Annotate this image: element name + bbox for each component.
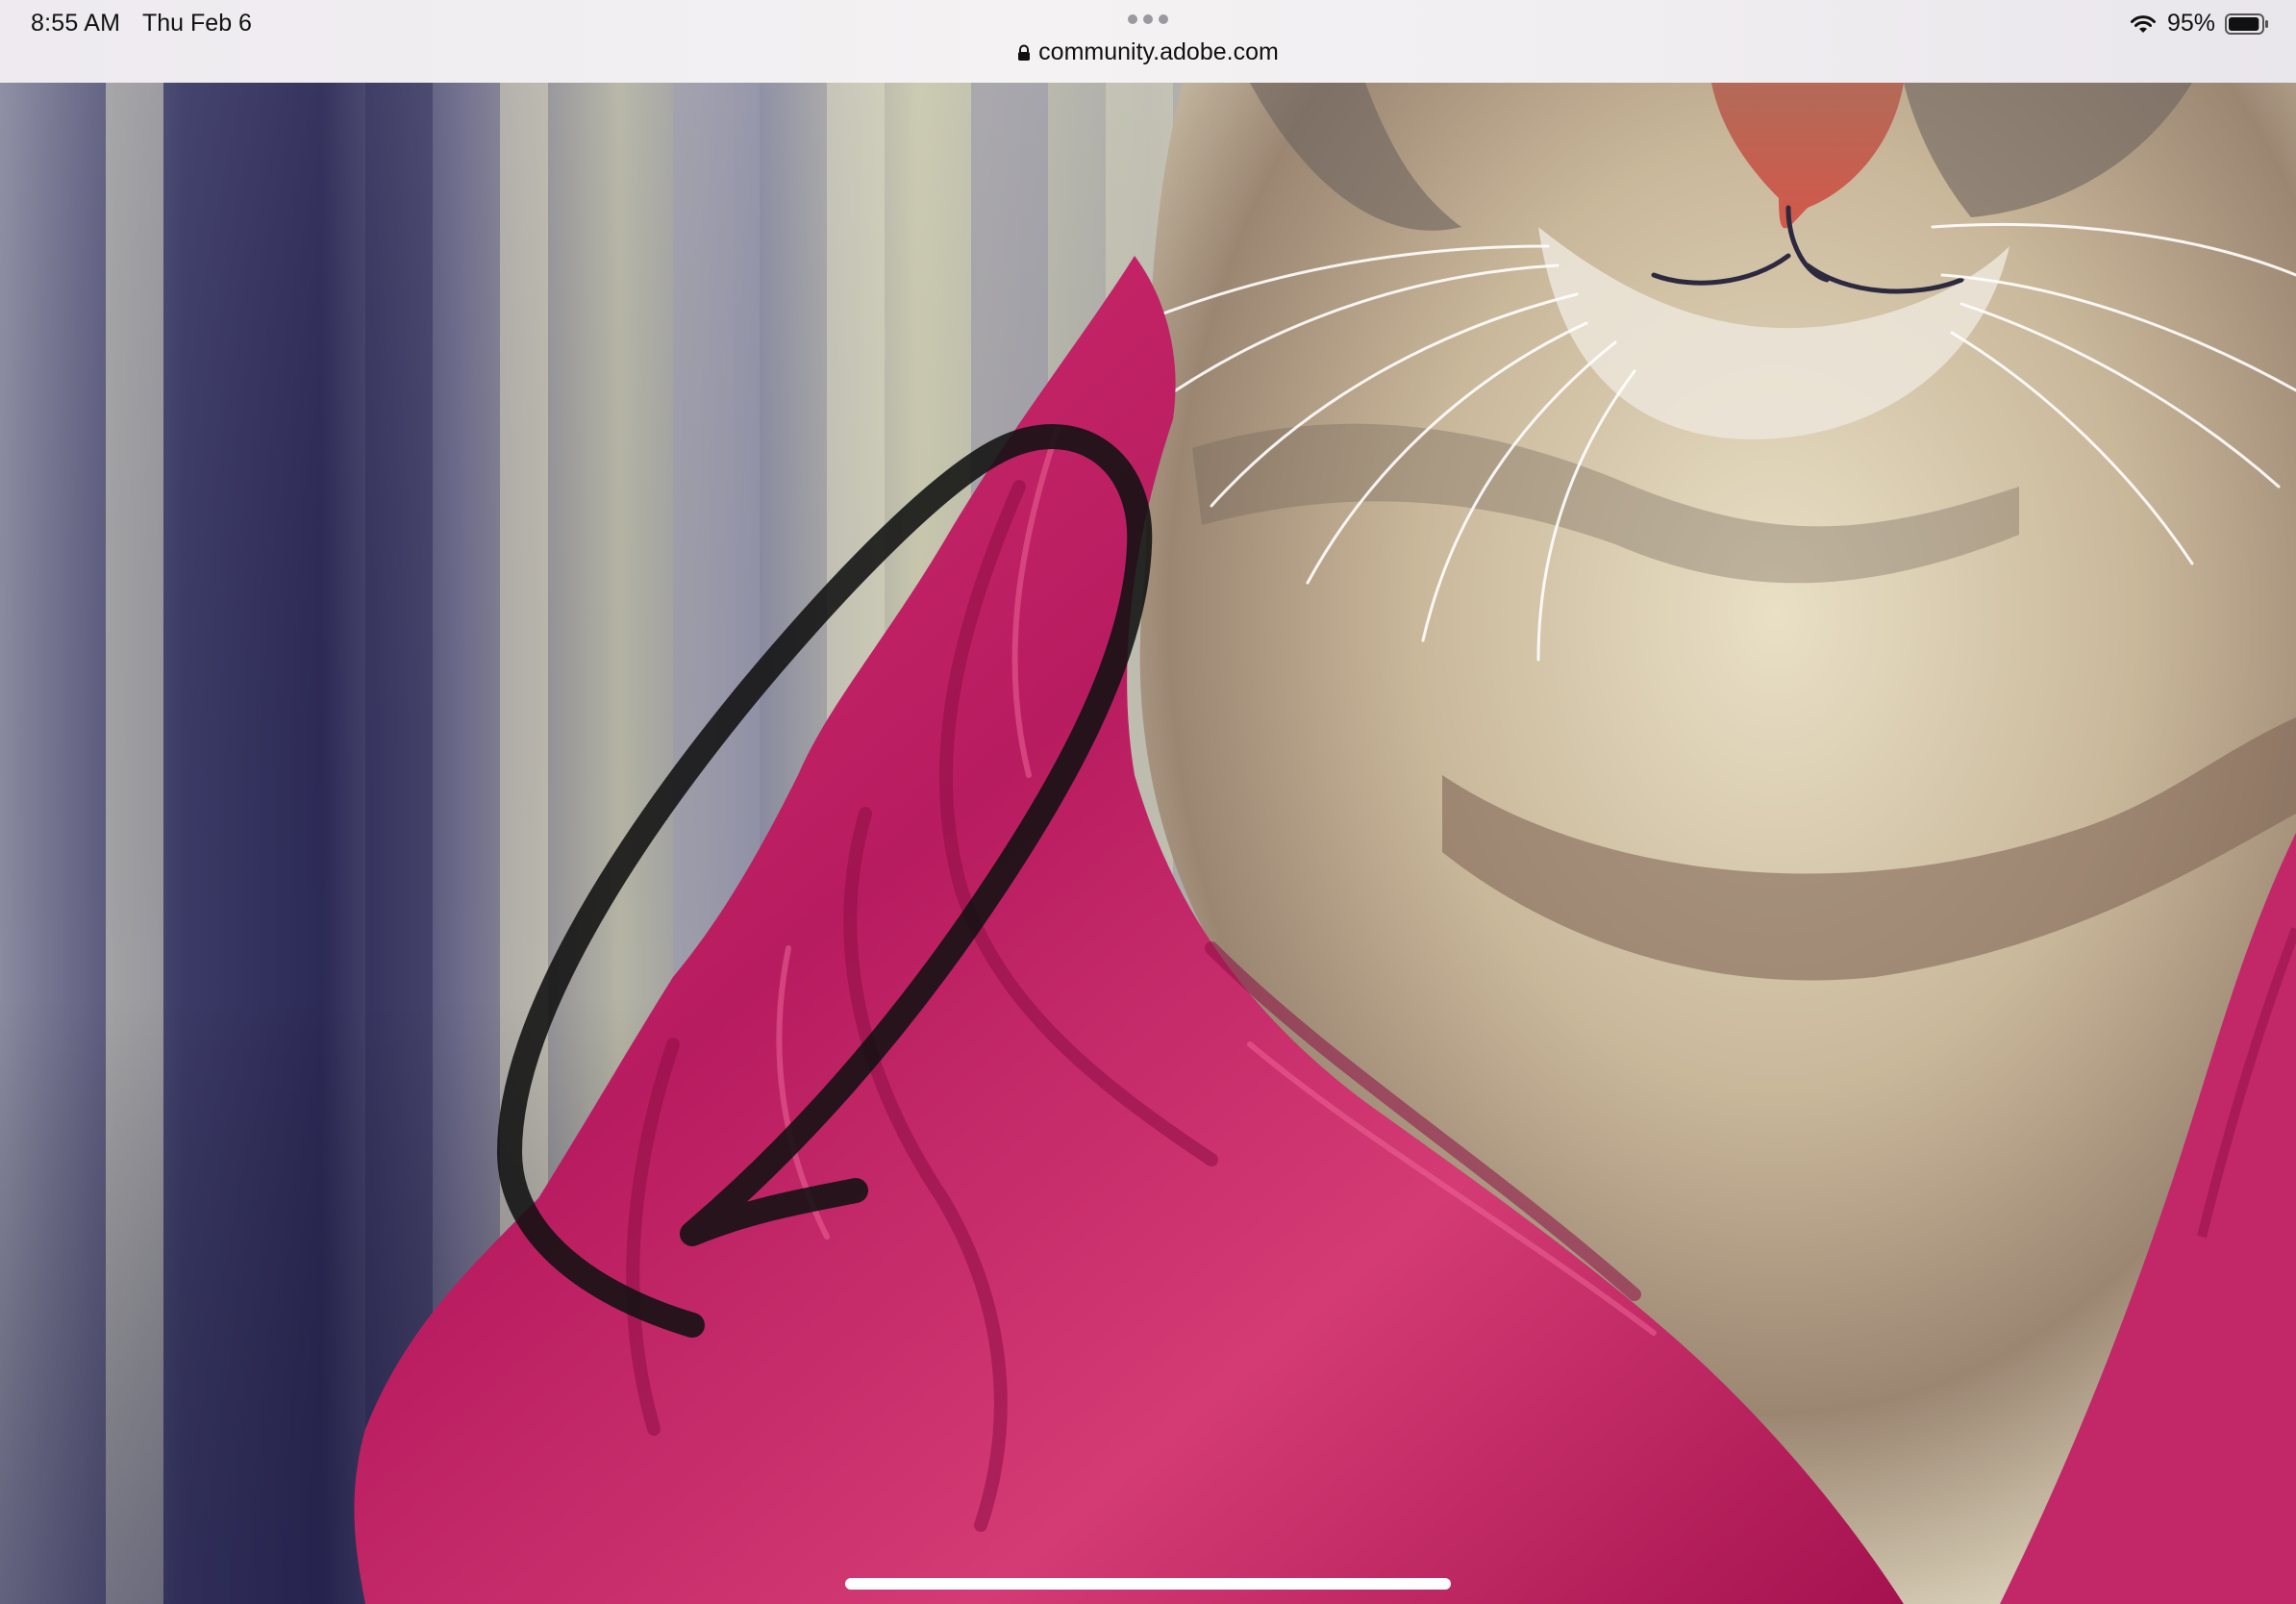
battery-icon (2225, 13, 2268, 35)
status-date: Thu Feb 6 (142, 10, 252, 37)
home-indicator[interactable] (845, 1578, 1451, 1590)
ipad-screen: 8:55 AM Thu Feb 6 community.adobe.com 95… (0, 0, 2296, 1604)
status-time: 8:55 AM (31, 10, 121, 37)
photo-content (0, 83, 2296, 1604)
battery-percent: 95% (2166, 10, 2215, 37)
wifi-icon (2130, 14, 2156, 33)
lock-icon (1018, 44, 1031, 61)
more-dots-icon[interactable] (1125, 10, 1171, 29)
address-bar[interactable]: community.adobe.com (0, 38, 2296, 66)
cat-robe-image (0, 83, 2296, 1604)
browser-top-bar: 8:55 AM Thu Feb 6 community.adobe.com 95… (0, 0, 2296, 83)
status-right: 95% (2129, 10, 2269, 38)
url-text: community.adobe.com (1038, 38, 1279, 65)
